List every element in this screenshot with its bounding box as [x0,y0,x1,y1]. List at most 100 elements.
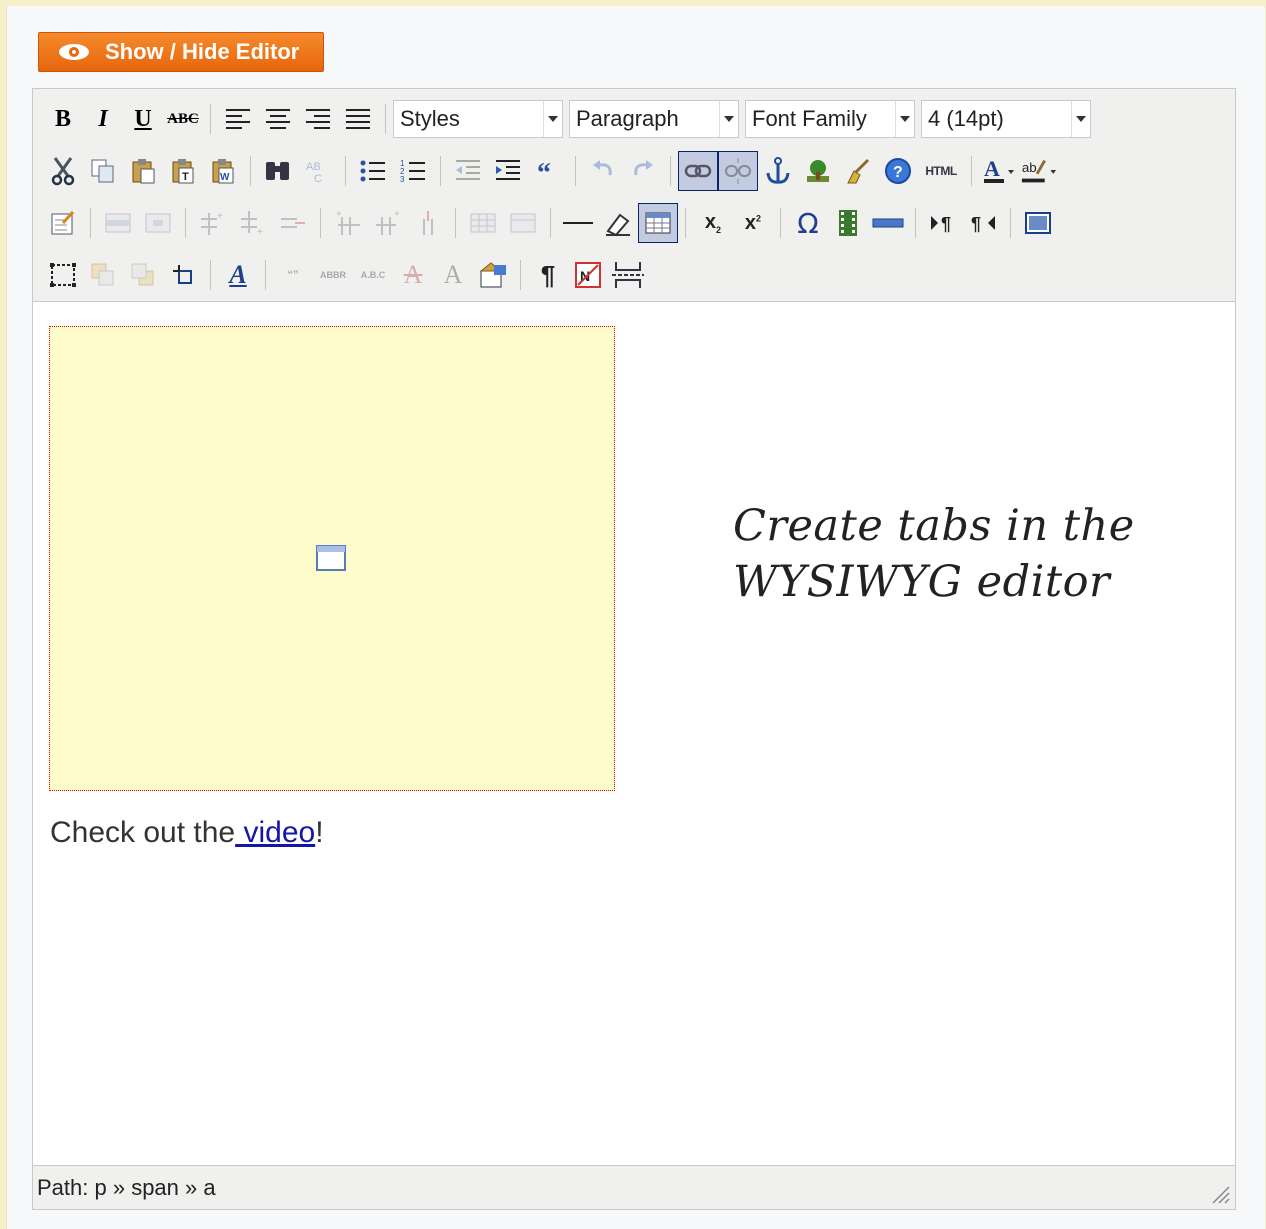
horizontal-rule-icon[interactable] [558,203,598,243]
svg-text:+: + [394,209,400,220]
insert-table-icon[interactable] [638,203,678,243]
wysiwyg-editor: B I U ABC Styles Paragraph Font Family 4… [32,88,1236,1210]
cell-props-icon[interactable] [138,203,178,243]
svg-text:+: + [336,209,342,220]
merge-cells-icon[interactable] [503,203,543,243]
path-label: Path: [37,1174,89,1200]
toolbar-row-4: A “” ABBR A.B.C A A ¶ N [43,251,648,299]
editor-content-area[interactable]: Create tabs in the WYSIWYG editor Check … [33,302,1235,1166]
media-icon[interactable] [828,203,868,243]
move-forward-icon[interactable] [83,255,123,295]
align-justify-icon[interactable] [338,99,378,139]
cleanup-icon[interactable] [838,151,878,191]
format-dropdown[interactable]: Paragraph [569,100,739,138]
paste-text-icon[interactable]: T [163,151,203,191]
insert-row-before-icon[interactable]: + [193,203,233,243]
insert-row-after-icon[interactable]: + [233,203,273,243]
font-size-dropdown[interactable]: 4 (14pt) [921,100,1091,138]
body-text-suffix: ! [315,816,324,849]
help-icon[interactable]: ? [878,151,918,191]
cut-icon[interactable] [43,151,83,191]
fullscreen-icon[interactable] [1018,203,1058,243]
caption-text: Create tabs in the WYSIWYG editor [733,498,1213,610]
outdent-icon[interactable] [448,151,488,191]
video-link[interactable]: video [235,816,315,849]
svg-text:?: ? [893,164,903,181]
anchor-icon[interactable] [758,151,798,191]
font-family-dropdown[interactable]: Font Family [745,100,915,138]
subscript-button[interactable]: x2 [693,203,733,243]
link-icon[interactable] [678,151,718,191]
svg-text:W: W [220,172,230,183]
attributes-icon[interactable] [473,255,513,295]
highlight-color-icon[interactable]: ab [1019,151,1059,191]
body-text-prefix: Check out the [50,816,236,849]
show-hide-editor-label: Show / Hide Editor [105,39,300,64]
insert-col-before-icon[interactable]: + [328,203,368,243]
delete-text-icon[interactable]: A [393,255,433,295]
absolute-position-icon[interactable] [163,255,203,295]
ltr-icon[interactable]: ¶ [923,203,963,243]
nonbreaking-space-icon[interactable]: N [568,255,608,295]
html-source-button[interactable]: HTML [918,151,964,191]
abbr-icon[interactable]: ABBR [313,255,353,295]
align-left-icon[interactable] [218,99,258,139]
chevron-down-icon [895,101,914,137]
nonbreaking-icon[interactable] [868,203,908,243]
chevron-down-icon [1071,101,1090,137]
bold-button[interactable]: B [43,99,83,139]
undo-icon[interactable] [583,151,623,191]
acronym-icon[interactable]: A.B.C [353,255,393,295]
svg-text:¶: ¶ [941,214,951,234]
text-color-icon[interactable]: A [979,151,1019,191]
move-backward-icon[interactable] [123,255,163,295]
svg-text:+: + [257,227,263,237]
align-right-icon[interactable] [298,99,338,139]
row-props-icon[interactable] [98,203,138,243]
editor-statusbar: Path: p » span » a [33,1165,1235,1209]
redo-icon[interactable] [623,151,663,191]
paste-icon[interactable] [123,151,163,191]
special-char-icon[interactable]: Ω [788,203,828,243]
superscript-button[interactable]: x2 [733,203,773,243]
styles-dropdown[interactable]: Styles [393,100,563,138]
underline-button[interactable]: U [123,99,163,139]
svg-text:“: “ [537,158,551,184]
copy-icon[interactable] [83,151,123,191]
svg-text:A: A [984,156,1000,181]
strikethrough-button[interactable]: ABC [163,99,203,139]
edit-css-icon[interactable] [43,203,83,243]
insert-layer-icon[interactable] [43,255,83,295]
eye-icon [59,44,89,60]
svg-text:ab: ab [1022,160,1037,175]
show-hide-editor-button[interactable]: Show / Hide Editor [38,32,324,72]
tabs-placeholder[interactable] [49,326,615,791]
insert-col-after-icon[interactable]: + [368,203,408,243]
rtl-icon[interactable]: ¶ [963,203,1003,243]
split-cells-icon[interactable] [463,203,503,243]
paste-word-icon[interactable]: W [203,151,243,191]
delete-col-icon[interactable] [408,203,448,243]
delete-row-icon[interactable] [273,203,313,243]
numbered-list-icon[interactable]: 123 [393,151,433,191]
blockquote-icon[interactable]: “ [528,151,568,191]
caption-line-1: Create tabs in the [733,501,1135,551]
insert-text-icon[interactable]: A [433,255,473,295]
visualchars-button[interactable]: ¶ [528,255,568,295]
cite-icon[interactable]: “” [273,255,313,295]
align-center-icon[interactable] [258,99,298,139]
indent-icon[interactable] [488,151,528,191]
element-path[interactable]: p » span » a [95,1175,216,1201]
image-icon[interactable] [798,151,838,191]
svg-text:C: C [314,173,322,185]
resize-handle-icon[interactable] [1209,1183,1231,1205]
bullet-list-icon[interactable] [353,151,393,191]
body-paragraph: Check out the video! [50,816,324,850]
find-icon[interactable] [258,151,298,191]
remove-format-icon[interactable] [598,203,638,243]
italic-button[interactable]: I [83,99,123,139]
pagebreak-icon[interactable] [608,255,648,295]
replace-icon[interactable]: AB C [298,151,338,191]
unlink-icon[interactable] [718,151,758,191]
styleprops-button[interactable]: A [218,255,258,295]
